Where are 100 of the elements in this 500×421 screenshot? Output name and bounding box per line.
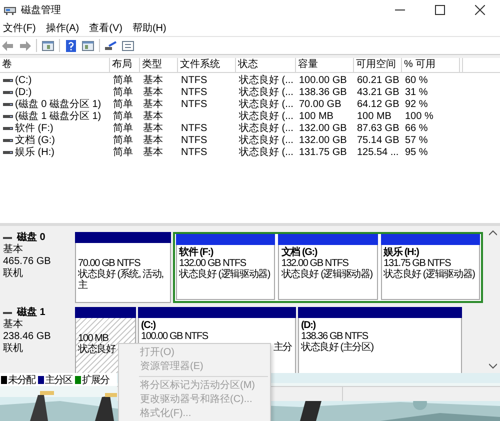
legend-label: 未分配 bbox=[8, 374, 35, 386]
table-cell-text: 92 % bbox=[404, 98, 429, 110]
table-cell-text: 状态良好 (... bbox=[238, 122, 294, 134]
maximize-icon bbox=[435, 4, 445, 14]
table-cell-text: 131.75 GB bbox=[298, 146, 348, 158]
table-cell-text: NTFS bbox=[180, 146, 208, 158]
table-cell-text: 43.21 GB bbox=[356, 86, 400, 98]
table-cell-text: 132.00 GB bbox=[298, 134, 348, 146]
column-header[interactable]: 卷 bbox=[0, 58, 110, 72]
help-icon[interactable] bbox=[65, 40, 77, 52]
table-cell-text: 基本 bbox=[142, 98, 164, 110]
drive-icon bbox=[3, 138, 13, 142]
table-cell-text: 31 % bbox=[404, 86, 429, 98]
partition-size: 132.00 GB NTFS bbox=[281, 258, 348, 269]
table-cell-text: 文档 (G:) bbox=[15, 134, 55, 146]
table-cell-text: 软件 (F:) bbox=[15, 122, 54, 134]
table-cell-text: NTFS bbox=[180, 122, 208, 134]
column-header[interactable]: 布局 bbox=[110, 58, 140, 72]
disk-status: 联机 bbox=[3, 343, 24, 355]
drive-icon bbox=[3, 102, 13, 106]
partition-size: 138.36 GB NTFS bbox=[301, 331, 368, 342]
menu-item[interactable]: 帮助(H) bbox=[129, 20, 174, 34]
disk-type: 基本 bbox=[3, 244, 24, 256]
partition-label: 软件 (F:) bbox=[179, 247, 213, 258]
disk-size: 465.76 GB bbox=[3, 256, 52, 268]
drive-icon bbox=[3, 114, 13, 118]
panel-icon[interactable] bbox=[42, 40, 54, 52]
table-cell-text: 基本 bbox=[142, 146, 164, 159]
table-cell-text: 75.14 GB bbox=[356, 134, 400, 146]
drive-icon bbox=[3, 90, 13, 94]
table-cell-text: 138.36 GB bbox=[298, 86, 348, 98]
table-cell-text: 简单 bbox=[112, 146, 134, 159]
partition-size: 131.75 GB NTFS bbox=[384, 258, 451, 269]
partition-label: (C:) bbox=[141, 320, 156, 331]
menu-item[interactable]: 操作(A) bbox=[42, 20, 86, 34]
table-cell-text: 简单 bbox=[112, 122, 134, 134]
partition-size: 100.00 GB NTFS bbox=[141, 331, 208, 342]
partition-label: 娱乐 (H:) bbox=[384, 247, 419, 258]
table-cell-text: 100 MB bbox=[356, 110, 392, 122]
partition-status: 状态良好 (逻辑驱动器) bbox=[384, 269, 475, 280]
table-cell-text: 基本 bbox=[142, 122, 164, 134]
column-header[interactable]: 类型 bbox=[140, 58, 178, 72]
disk-size: 238.46 GB bbox=[3, 331, 52, 342]
table-cell-text: NTFS bbox=[180, 98, 208, 110]
partition-status: 主分 bbox=[273, 342, 292, 353]
partition-label: 文档 (G:) bbox=[281, 247, 317, 258]
column-header[interactable]: 状态 bbox=[236, 58, 296, 72]
table-cell-text: 状态良好 (... bbox=[238, 74, 294, 86]
forward-icon[interactable] bbox=[19, 40, 31, 52]
table-cell-text: 简单 bbox=[112, 74, 134, 86]
back-icon[interactable] bbox=[2, 40, 14, 52]
drive-icon[interactable] bbox=[105, 40, 117, 52]
column-header[interactable]: 容量 bbox=[296, 58, 354, 72]
table-cell-text: 状态良好 (... bbox=[238, 134, 294, 146]
disk-type: 基本 bbox=[3, 319, 24, 331]
table-cell-text: 100 % bbox=[404, 110, 434, 122]
table-cell-text: 100 MB bbox=[298, 110, 334, 122]
drive-icon bbox=[3, 126, 13, 130]
partition-status: 状态良好 (系统, 活动, 主 bbox=[78, 269, 164, 291]
table-cell-text: 66 % bbox=[404, 122, 429, 134]
table-cell-text: 64.12 GB bbox=[356, 98, 400, 110]
drive-icon bbox=[3, 78, 13, 82]
partition-size: 132.00 GB NTFS bbox=[179, 258, 246, 269]
scroll-up-icon[interactable] bbox=[488, 230, 496, 236]
table-cell-text: 70.00 GB bbox=[298, 98, 342, 110]
partition-status: 状态良好 bbox=[78, 344, 116, 355]
legend-label: 扩展分 bbox=[82, 374, 109, 386]
table-cell-text: 状态良好 (... bbox=[238, 146, 294, 159]
table-cell-text: 60.21 GB bbox=[356, 74, 400, 86]
table-cell-text: 基本 bbox=[142, 74, 164, 86]
partition-status: 状态良好 (逻辑驱动器) bbox=[179, 269, 270, 280]
table-cell-text: 简单 bbox=[112, 110, 134, 122]
table-cell-text: 基本 bbox=[142, 86, 164, 98]
partition-label: (D:) bbox=[301, 320, 316, 331]
partition-size: 100 MB bbox=[78, 333, 108, 344]
table-cell-text: 基本 bbox=[142, 110, 164, 122]
table-cell-text: NTFS bbox=[180, 134, 208, 146]
disk-name: 磁盘 1 bbox=[17, 307, 46, 318]
column-header[interactable]: % 可用 bbox=[402, 58, 460, 72]
table-cell: (C:) bbox=[15, 74, 32, 86]
drive-icon bbox=[3, 150, 13, 154]
panel-icon[interactable] bbox=[82, 40, 94, 52]
table-cell: (D:) bbox=[15, 86, 32, 98]
scroll-down-icon[interactable] bbox=[488, 363, 496, 369]
menu-item[interactable]: 文件(F) bbox=[0, 20, 43, 34]
partition-header-bar bbox=[75, 307, 136, 318]
table-cell-text: (磁盘 0 磁盘分区 1) bbox=[15, 98, 102, 111]
table-cell-text: 60 % bbox=[404, 74, 429, 86]
legend-label: 主分区 bbox=[45, 374, 72, 386]
disk-status: 联机 bbox=[3, 268, 24, 280]
table-cell-text: 132.00 GB bbox=[298, 122, 348, 134]
menu-item[interactable]: 查看(V) bbox=[86, 20, 130, 34]
column-header[interactable]: 文件系统 bbox=[178, 58, 236, 72]
extended-partition[interactable]: 软件 (F:) 132.00 GB NTFS 状态良好 (逻辑驱动器) 文档 (G:) 132.00 GB NTFS 状态良好 (逻辑驱动器) 娱乐 (H:) 131.75 GB NTFS 状态良好 (逻辑驱动器) bbox=[173, 232, 483, 303]
table-cell-text: 125.54 ... bbox=[356, 146, 400, 158]
column-header[interactable]: 可用空间 bbox=[354, 58, 402, 72]
table-cell-text: 简单 bbox=[112, 98, 134, 110]
disk-name: 磁盘 0 bbox=[17, 232, 46, 244]
list-icon[interactable] bbox=[122, 40, 134, 52]
table-cell-text: NTFS bbox=[180, 74, 208, 86]
